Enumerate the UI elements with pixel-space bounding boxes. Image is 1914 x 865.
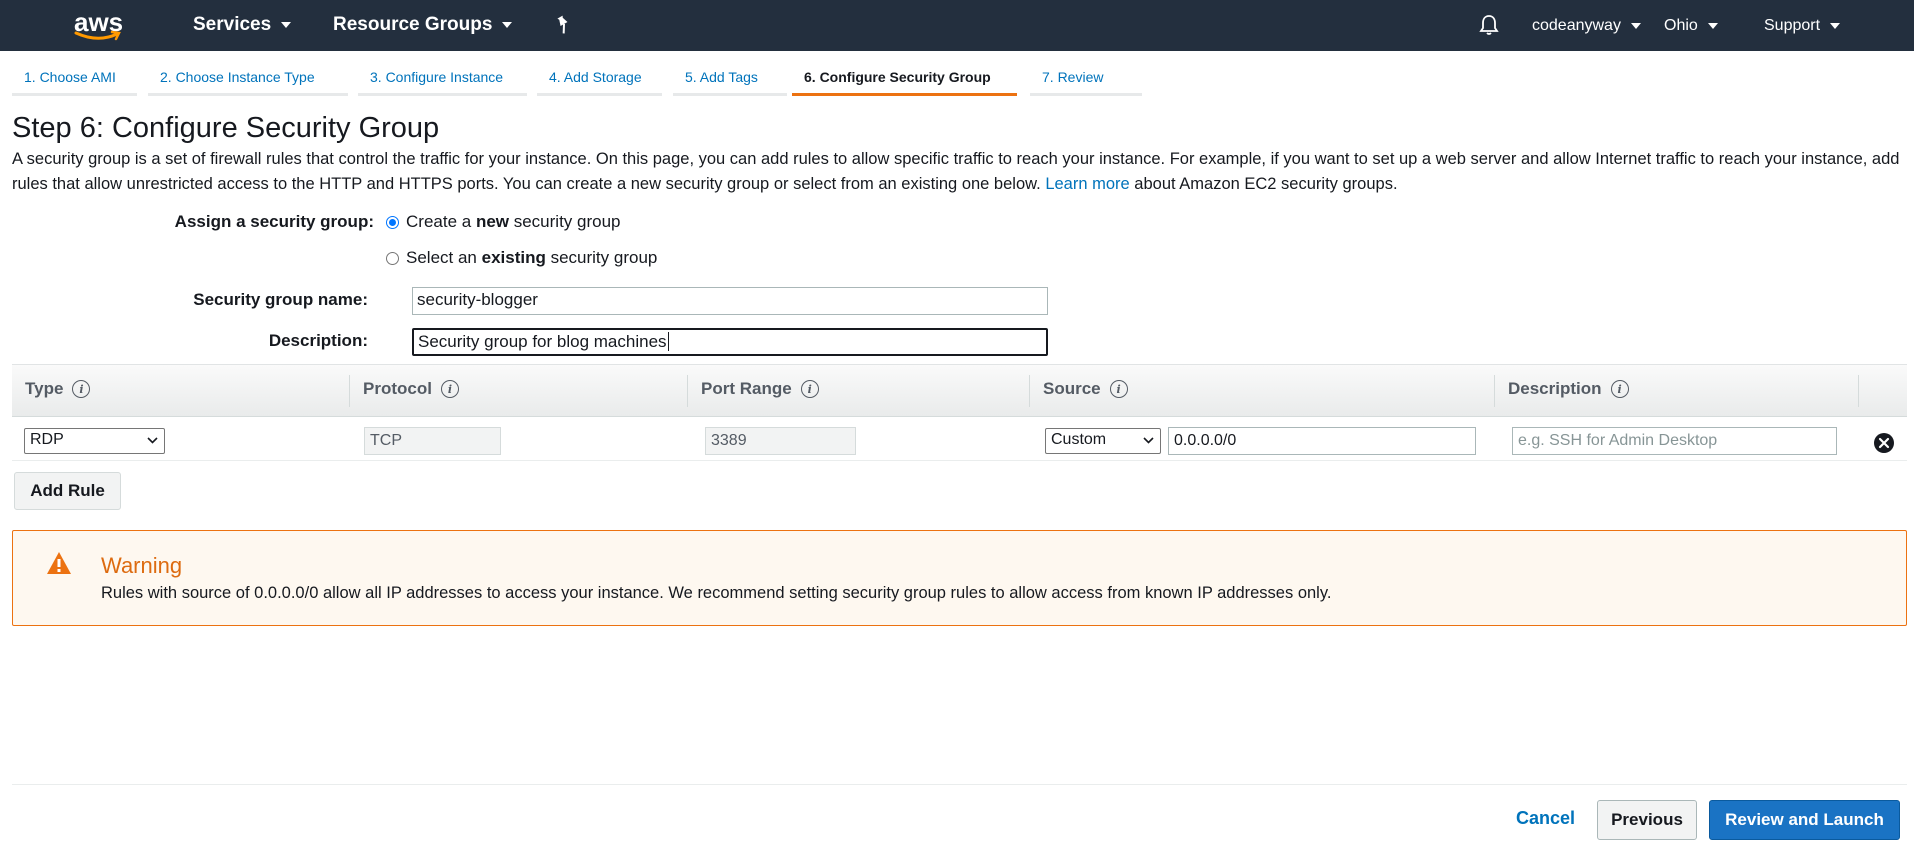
info-icon[interactable]: i — [72, 380, 91, 398]
pin-icon[interactable] — [555, 15, 573, 35]
intro-paragraph: A security group is a set of firewall ru… — [12, 147, 1912, 197]
column-header-port-range: Port Range i — [701, 379, 819, 399]
radio-button[interactable] — [386, 251, 399, 265]
tab-choose-ami[interactable]: 1. Choose AMI — [12, 60, 137, 96]
rule-type-select[interactable]: RDP — [24, 428, 165, 454]
info-icon[interactable]: i — [800, 380, 819, 398]
assign-security-group-label: Assign a security group: — [174, 212, 374, 231]
table-header: Type i Protocol i Port Range i Source i Desc… — [12, 364, 1907, 417]
column-divider — [1029, 375, 1030, 407]
chevron-down-icon — [281, 22, 292, 28]
info-icon[interactable]: i — [440, 380, 459, 398]
column-header-type: Type i — [25, 379, 91, 399]
radio-create-new-group[interactable]: Create a new security group — [386, 212, 621, 232]
column-divider — [1494, 375, 1495, 407]
radio-label: Create a new security group — [406, 212, 621, 231]
tab-label: 3. Configure Instance — [370, 69, 504, 85]
rule-source-cidr-input[interactable]: 0.0.0.0/0 — [1168, 427, 1476, 455]
account-menu[interactable]: codeanyway — [1532, 17, 1641, 35]
intro-text: A security group is a set of firewall ru… — [12, 150, 1900, 193]
intro-suffix: about Amazon EC2 security groups. — [1134, 175, 1398, 193]
info-icon[interactable]: i — [1610, 380, 1629, 398]
rule-description-input[interactable]: e.g. SSH for Admin Desktop — [1512, 427, 1837, 455]
chevron-down-icon — [502, 22, 513, 28]
inbound-rules-table: Type i Protocol i Port Range i Source i Desc… — [12, 364, 1907, 461]
top-navigation-bar: aws Services Resource Groups codeanyway … — [0, 0, 1914, 51]
tab-configure-instance[interactable]: 3. Configure Instance — [358, 60, 527, 96]
chevron-down-icon — [1830, 23, 1841, 29]
warning-alert: Warning Rules with source of 0.0.0.0/0 a… — [12, 530, 1907, 626]
chevron-down-icon — [1143, 437, 1154, 444]
warning-text: Rules with source of 0.0.0.0/0 allow all… — [101, 584, 1332, 602]
cancel-button[interactable]: Cancel — [1516, 808, 1575, 829]
account-label: codeanyway — [1532, 17, 1621, 34]
tab-label: 1. Choose AMI — [24, 69, 116, 85]
region-menu[interactable]: Ohio — [1664, 17, 1718, 35]
rule-protocol-input: TCP — [364, 427, 501, 455]
rule-source-select[interactable]: Custom — [1045, 428, 1161, 454]
tab-review[interactable]: 7. Review — [1030, 60, 1142, 96]
info-icon[interactable]: i — [1109, 380, 1128, 398]
column-divider — [687, 375, 688, 407]
chevron-down-icon — [1630, 23, 1641, 29]
footer-divider — [12, 784, 1907, 785]
tab-label: 6. Configure Security Group — [804, 69, 991, 85]
radio-label: Select an existing security group — [406, 248, 658, 267]
column-header-protocol: Protocol i — [363, 379, 459, 399]
warning-icon — [47, 552, 71, 574]
chevron-down-icon — [147, 437, 158, 444]
text-cursor — [667, 332, 669, 351]
learn-more-link[interactable]: Learn more — [1045, 175, 1129, 193]
rule-port-range-input: 3389 — [705, 427, 856, 455]
resource-groups-label: Resource Groups — [333, 14, 493, 35]
tab-label: 7. Review — [1042, 69, 1104, 85]
warning-title: Warning — [101, 553, 183, 578]
description-value: Security group for blog machines — [418, 332, 667, 351]
bell-icon[interactable] — [1479, 14, 1499, 36]
tab-label: 2. Choose Instance Type — [160, 69, 315, 85]
column-header-source: Source i — [1043, 379, 1128, 399]
description-label: Description: — [268, 331, 368, 350]
column-divider — [349, 375, 350, 407]
tab-choose-instance-type[interactable]: 2. Choose Instance Type — [148, 60, 348, 96]
aws-logo[interactable]: aws — [72, 7, 126, 44]
aws-smile-icon — [74, 30, 121, 41]
previous-button[interactable]: Previous — [1597, 800, 1697, 840]
page-title: Step 6: Configure Security Group — [12, 112, 440, 144]
radio-select-existing-group[interactable]: Select an existing security group — [386, 248, 657, 268]
tab-add-storage[interactable]: 4. Add Storage — [537, 60, 662, 96]
security-group-name-input[interactable]: security-blogger — [412, 287, 1048, 315]
description-input[interactable]: Security group for blog machines — [412, 328, 1048, 356]
column-divider — [1858, 375, 1859, 407]
services-label: Services — [193, 14, 272, 35]
security-group-name-label: Security group name: — [193, 290, 368, 309]
table-row: RDP TCP 3389 Custom 0.0.0.0/0 e.g. SSH f… — [12, 416, 1907, 460]
column-header-description: Description i — [1508, 379, 1629, 399]
remove-rule-icon[interactable] — [1873, 432, 1895, 454]
region-label: Ohio — [1664, 17, 1698, 34]
chevron-down-icon — [1707, 23, 1718, 29]
rule-type-value: RDP — [30, 431, 64, 448]
services-menu[interactable]: Services — [193, 14, 292, 36]
add-rule-button[interactable]: Add Rule — [14, 472, 121, 510]
support-label: Support — [1764, 17, 1821, 34]
tab-label: 5. Add Tags — [685, 69, 758, 85]
tab-configure-security-group[interactable]: 6. Configure Security Group — [792, 60, 1017, 96]
rule-source-mode-value: Custom — [1051, 431, 1107, 448]
review-and-launch-button[interactable]: Review and Launch — [1709, 800, 1900, 840]
tab-label: 4. Add Storage — [549, 69, 642, 85]
resource-groups-menu[interactable]: Resource Groups — [333, 14, 513, 36]
support-menu[interactable]: Support — [1764, 17, 1841, 35]
radio-button-selected[interactable] — [386, 215, 399, 229]
tab-add-tags[interactable]: 5. Add Tags — [673, 60, 787, 96]
